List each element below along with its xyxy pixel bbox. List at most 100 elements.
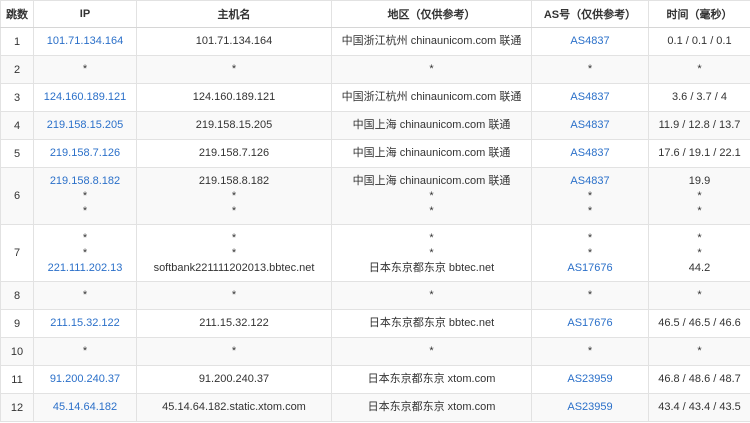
ip-value: * [82,189,88,202]
host-cell: 91.200.240.37 [136,365,332,394]
host-value: * [231,204,237,217]
ip-cell: 45.14.64.182 [33,393,137,422]
time-value: * [697,289,702,301]
region-cell: * [331,55,532,84]
ip-value: * [82,246,88,259]
ip-value: * [82,204,88,217]
as-value: * [587,289,593,301]
time-value: 17.6 / 19.1 / 22.1 [658,147,741,159]
table-row: 5 219.158.7.126 219.158.7.126 中国上海 chinauni… [0,139,750,168]
as-value: * [587,63,593,75]
region-value: 日本东京都东京 bbtec.net [368,261,495,274]
table-row: 1 101.71.134.164 101.71.134.164 中国浙江杭州 chin… [0,27,750,56]
ip-value: * [82,289,88,301]
region-cell: * * 日本东京都东京 bbtec.net [331,224,532,282]
region-cell: 中国浙江杭州 chinaunicom.com 联通 [331,83,532,112]
as-value[interactable]: AS4837 [533,34,648,49]
as-cell: * [531,55,649,84]
ip-cell: 219.158.7.126 [33,139,137,168]
time-value: * [697,63,702,75]
region-cell: 中国上海 chinaunicom.com 联通 [331,139,532,168]
host-cell: * [136,281,332,310]
ip-cell: 124.160.189.121 [33,83,137,112]
as-value[interactable]: AS4837 [533,118,648,133]
region-value: * [429,246,434,259]
ip-cell: * [33,281,137,310]
table-row: 4 219.158.15.205 219.158.15.205 中国上海 chinau… [0,111,750,140]
ip-value[interactable]: 101.71.134.164 [35,34,136,49]
region-value: * [429,189,434,202]
ip-cell: 91.200.240.37 [33,365,137,394]
table-row: 8 * * * * * [0,281,750,310]
table-header-row: 跳数 IP 主机名 地区（仅供参考） AS号（仅供参考） 时间（毫秒） [0,0,750,28]
ip-value: * [82,231,88,244]
time-value: * [697,231,702,244]
time-cell: * [648,55,750,84]
ip-value[interactable]: 219.158.8.182 [35,174,136,189]
as-value[interactable]: AS4837 [533,146,648,161]
host-value: 219.158.15.205 [195,119,273,131]
as-cell: AS23959 [531,365,649,394]
time-value: 19.9 [688,174,711,187]
time-cell: 3.6 / 3.7 / 4 [648,83,750,112]
as-cell: * * AS17676 [531,224,649,282]
host-value: * [231,63,237,75]
table-row: 12 45.14.64.182 45.14.64.182.static.xtom.c… [0,393,750,422]
ip-value[interactable]: 45.14.64.182 [35,400,136,415]
table-row: 3 124.160.189.121 124.160.189.121 中国浙江杭州 ch… [0,83,750,112]
hop-cell: 6 [0,167,34,225]
ip-value[interactable]: 219.158.15.205 [35,118,136,133]
time-cell: * [648,337,750,366]
ip-value[interactable]: 91.200.240.37 [35,372,136,387]
ip-value[interactable]: 124.160.189.121 [35,90,136,105]
host-cell: 45.14.64.182.static.xtom.com [136,393,332,422]
as-cell: AS4837 [531,27,649,56]
as-value: * [587,246,593,259]
region-value: 中国浙江杭州 chinaunicom.com 联通 [341,35,522,47]
host-value: 219.158.8.182 [198,174,270,187]
as-cell: * [531,337,649,366]
host-value: 124.160.189.121 [192,91,276,103]
time-value: 0.1 / 0.1 / 0.1 [667,35,732,47]
time-value: 46.5 / 46.5 / 46.6 [658,317,741,329]
column-header-ip: IP [33,0,137,28]
host-cell: 101.71.134.164 [136,27,332,56]
as-value[interactable]: AS17676 [533,261,648,276]
ip-cell: 219.158.8.182 * * [33,167,137,225]
table-row: 10 * * * * * [0,337,750,366]
column-header-hop: 跳数 [0,0,34,28]
as-value: * [587,189,593,202]
column-header-as: AS号（仅供参考） [531,0,649,28]
table-body: 1 101.71.134.164 101.71.134.164 中国浙江杭州 chin… [0,27,750,422]
host-value: * [231,345,237,357]
region-value: 日本东京都东京 xtom.com [367,401,496,413]
region-value: * [429,231,434,244]
traceroute-table: 跳数 IP 主机名 地区（仅供参考） AS号（仅供参考） 时间（毫秒） 1 101… [0,0,750,422]
as-cell: AS4837 [531,111,649,140]
host-value: softbank221111202013.bbtec.net [153,261,315,274]
ip-cell: 211.15.32.122 [33,309,137,338]
as-value[interactable]: AS4837 [533,174,648,189]
ip-value[interactable]: 219.158.7.126 [35,146,136,161]
as-value[interactable]: AS23959 [533,372,648,387]
as-value[interactable]: AS4837 [533,90,648,105]
time-value: 46.8 / 48.6 / 48.7 [658,373,741,385]
as-value[interactable]: AS17676 [533,316,648,331]
host-value: 211.15.32.122 [199,317,269,329]
ip-value[interactable]: 211.15.32.122 [35,316,136,331]
region-cell: 日本东京都东京 xtom.com [331,393,532,422]
time-value: 11.9 / 12.8 / 13.7 [658,119,741,131]
as-cell: * [531,281,649,310]
ip-value[interactable]: 221.111.202.13 [35,261,136,276]
host-cell: 124.160.189.121 [136,83,332,112]
time-value: 43.4 / 43.4 / 43.5 [658,401,741,413]
time-value: * [697,204,702,217]
region-value: 中国上海 chinaunicom.com 联通 [352,119,511,131]
region-value: * [429,63,434,75]
hop-cell: 1 [0,27,34,56]
time-cell: 46.8 / 48.6 / 48.7 [648,365,750,394]
as-value[interactable]: AS23959 [533,400,648,415]
host-cell: * * softbank221111202013.bbtec.net [136,224,332,282]
region-value: * [429,345,434,357]
hop-cell: 5 [0,139,34,168]
